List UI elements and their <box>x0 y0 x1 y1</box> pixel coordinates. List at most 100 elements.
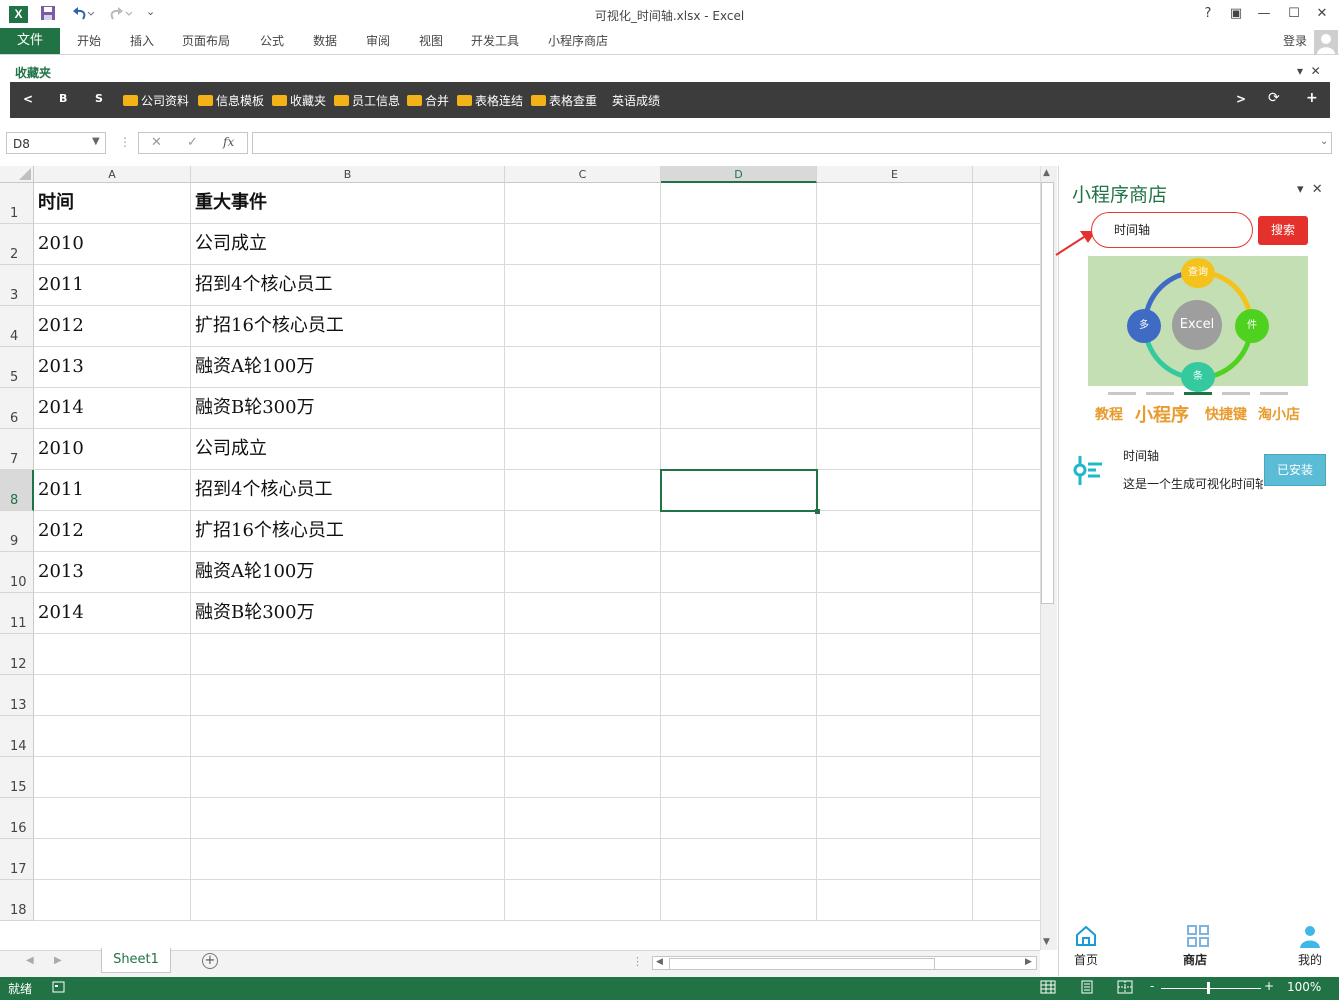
cell[interactable]: 招到4个核心员工 <box>191 470 505 511</box>
add-sheet-icon[interactable]: + <box>202 953 218 969</box>
cell[interactable] <box>973 429 1040 470</box>
row-header[interactable]: 6 <box>0 388 34 429</box>
favorite-item[interactable]: 信息模板 <box>198 92 264 109</box>
cell[interactable] <box>505 675 661 716</box>
cell[interactable] <box>191 798 505 839</box>
cell[interactable] <box>191 716 505 757</box>
cell[interactable] <box>191 839 505 880</box>
cell[interactable]: 2011 <box>34 470 191 511</box>
page-layout-view-icon[interactable] <box>1079 980 1095 997</box>
cell[interactable] <box>505 880 661 921</box>
column-header-c[interactable]: C <box>505 166 661 183</box>
cell[interactable] <box>34 675 191 716</box>
confirm-icon[interactable]: ✓ <box>187 135 198 150</box>
row-header[interactable]: 7 <box>0 429 34 470</box>
split-grip-icon[interactable]: ⋮ <box>632 955 643 968</box>
cell[interactable]: 2014 <box>34 593 191 634</box>
cell[interactable] <box>505 388 661 429</box>
store-search-input[interactable]: 时间轴 <box>1091 212 1253 248</box>
favorites-s-button[interactable]: S <box>95 92 103 105</box>
row-header[interactable]: 16 <box>0 798 34 839</box>
column-header-b[interactable]: B <box>191 166 505 183</box>
cell[interactable] <box>817 347 973 388</box>
carousel-dot-active[interactable] <box>1184 392 1212 395</box>
store-banner[interactable]: Excel 查询 件 条 多 <box>1088 256 1308 392</box>
tab-page-layout[interactable]: 页面布局 <box>182 28 230 54</box>
cell[interactable]: 扩招16个核心员工 <box>191 511 505 552</box>
cell[interactable] <box>661 880 817 921</box>
cell[interactable] <box>817 634 973 675</box>
row-header[interactable]: 18 <box>0 880 34 921</box>
cell[interactable] <box>817 183 973 224</box>
cell[interactable] <box>817 388 973 429</box>
cell[interactable] <box>34 634 191 675</box>
tab-insert[interactable]: 插入 <box>130 28 154 54</box>
zoom-in-button[interactable]: + <box>1264 979 1274 993</box>
cell[interactable] <box>973 224 1040 265</box>
cell[interactable] <box>34 798 191 839</box>
sheet-tab[interactable]: Sheet1 <box>101 948 171 973</box>
cell[interactable] <box>817 552 973 593</box>
ribbon-display-options-button[interactable]: ▣ <box>1222 4 1250 24</box>
formula-input[interactable] <box>252 132 1332 154</box>
carousel-dot[interactable] <box>1108 392 1136 395</box>
cell[interactable] <box>817 306 973 347</box>
cell[interactable] <box>973 839 1040 880</box>
cell[interactable] <box>817 224 973 265</box>
horizontal-scrollbar[interactable]: ◀ ▶ <box>652 956 1037 970</box>
row-header[interactable]: 11 <box>0 593 34 634</box>
cancel-icon[interactable]: ✕ <box>151 135 162 150</box>
scroll-left-icon[interactable]: ◀ <box>656 957 663 967</box>
cell[interactable] <box>817 798 973 839</box>
cell[interactable] <box>505 347 661 388</box>
scroll-up-icon[interactable]: ▲ <box>1043 168 1050 178</box>
nav-store-label[interactable]: 商店 <box>1183 951 1207 968</box>
carousel-dot[interactable] <box>1260 392 1288 395</box>
favorites-prev-button[interactable]: < <box>23 92 33 106</box>
cell[interactable] <box>505 224 661 265</box>
installed-button[interactable]: 已安装 <box>1264 454 1326 486</box>
cell[interactable] <box>973 306 1040 347</box>
cell[interactable]: 融资A轮100万 <box>191 347 505 388</box>
row-header[interactable]: 2 <box>0 224 34 265</box>
close-icon[interactable]: ✕ <box>1312 182 1323 197</box>
cell[interactable] <box>661 388 817 429</box>
column-header-e[interactable]: E <box>817 166 973 183</box>
cell[interactable] <box>505 511 661 552</box>
nav-home-label[interactable]: 首页 <box>1074 951 1098 968</box>
store-icon[interactable] <box>1186 924 1210 951</box>
row-header[interactable]: 14 <box>0 716 34 757</box>
carousel-dot[interactable] <box>1222 392 1250 395</box>
row-header[interactable]: 3 <box>0 265 34 306</box>
cell[interactable] <box>817 757 973 798</box>
cell[interactable] <box>505 757 661 798</box>
selected-cell[interactable] <box>660 469 818 512</box>
cell[interactable] <box>505 183 661 224</box>
macro-record-icon[interactable] <box>52 980 66 997</box>
cell[interactable]: 融资A轮100万 <box>191 552 505 593</box>
favorites-next-button[interactable]: > <box>1236 92 1246 106</box>
home-icon[interactable] <box>1074 924 1098 951</box>
cell[interactable] <box>973 880 1040 921</box>
cell[interactable]: 公司成立 <box>191 224 505 265</box>
row-header[interactable]: 10 <box>0 552 34 593</box>
vertical-scroll-thumb[interactable] <box>1041 182 1054 604</box>
cell[interactable] <box>505 716 661 757</box>
cell[interactable] <box>661 798 817 839</box>
cell[interactable]: 公司成立 <box>191 429 505 470</box>
cell[interactable] <box>973 388 1040 429</box>
cell[interactable]: 扩招16个核心员工 <box>191 306 505 347</box>
row-header[interactable]: 13 <box>0 675 34 716</box>
cell[interactable]: 2012 <box>34 511 191 552</box>
quick-link-taobao-shop[interactable]: 淘小店 <box>1258 404 1300 424</box>
chevron-down-icon[interactable]: ▾ <box>1297 182 1304 197</box>
cell[interactable] <box>505 798 661 839</box>
cell[interactable] <box>973 757 1040 798</box>
cell[interactable] <box>817 839 973 880</box>
row-header[interactable]: 5 <box>0 347 34 388</box>
cell[interactable] <box>34 757 191 798</box>
cell[interactable] <box>817 593 973 634</box>
page-break-view-icon[interactable] <box>1117 980 1133 997</box>
refresh-icon[interactable]: ⟳ <box>1268 90 1280 106</box>
cell[interactable]: 融资B轮300万 <box>191 388 505 429</box>
